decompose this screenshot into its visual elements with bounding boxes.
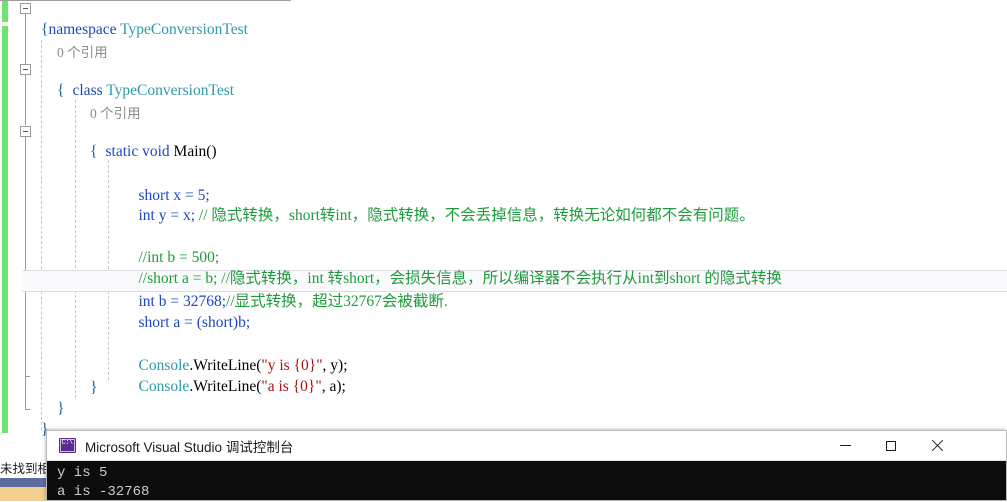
status-bar-message: 未找到相 — [0, 460, 46, 478]
close-button[interactable] — [914, 431, 960, 460]
token-keyword-static: static — [105, 143, 139, 160]
fold-connector-namespace — [25, 14, 26, 64]
code-line-class-open-brace[interactable]: { — [57, 81, 64, 101]
console-app-icon — [59, 438, 76, 453]
console-output-line: y is 5 — [57, 465, 108, 481]
indent-guide-2 — [75, 100, 76, 398]
token-arg-a: , a); — [321, 378, 346, 395]
code-line-main-open-brace[interactable]: { — [90, 142, 97, 162]
codelens-main[interactable]: 0 个引用 — [90, 105, 141, 123]
console-output-area[interactable]: y is 5 a is -32768 — [47, 461, 1006, 500]
code-line-class-close-brace[interactable]: } — [57, 399, 64, 419]
token-class-console: Console — [138, 378, 190, 395]
maximize-button[interactable] — [868, 431, 914, 460]
token-method-writeline: .WriteLine( — [189, 378, 262, 395]
token-keyword-void: void — [142, 143, 170, 160]
console-output-line: a is -32768 — [57, 484, 150, 500]
token-method-main: Main() — [173, 143, 217, 160]
code-line-class[interactable]: class TypeConversionTest — [57, 61, 235, 121]
fold-toggle-main[interactable] — [20, 126, 31, 137]
console-window-title: Microsoft Visual Studio 调试控制台 — [85, 439, 294, 455]
token-type-namespace-name: TypeConversionTest — [120, 21, 248, 38]
change-indicator-gap — [2, 22, 8, 26]
token-type-class-name: TypeConversionTest — [106, 82, 235, 99]
code-editor[interactable]: namespace TypeConversionTest { 0 个引用 cla… — [0, 0, 1007, 501]
console-window[interactable]: Microsoft Visual Studio 调试控制台 y is 5 a i… — [46, 430, 1007, 501]
console-title-bar[interactable]: Microsoft Visual Studio 调试控制台 — [47, 431, 1006, 461]
token-comment-1: // 隐式转换，short转int，隐式转换，不会丢掉信息，转换无论如何都不会有… — [198, 207, 755, 224]
indent-guide-1 — [41, 40, 42, 430]
fold-elbow-namespace — [25, 376, 30, 377]
taskbar-band — [0, 487, 46, 501]
minimize-icon — [839, 445, 851, 446]
code-line-namespace-open-brace[interactable]: { — [41, 20, 48, 40]
code-line-writeline-a[interactable]: Console.WriteLine("a is {0}", a); — [123, 357, 346, 417]
fold-connector-class — [25, 75, 26, 125]
token-keyword-class: class — [72, 82, 103, 99]
fold-elbow-main — [25, 409, 30, 410]
codelens-class[interactable]: 0 个引用 — [57, 44, 108, 62]
fold-toggle-namespace[interactable] — [20, 3, 31, 14]
token-stmt-short-a: short a = (short)b; — [138, 314, 251, 331]
change-indicator-bar — [2, 1, 8, 433]
minimize-button[interactable] — [822, 431, 868, 460]
token-stmt-int-y: int y = x; — [138, 207, 199, 224]
fold-connector-namespace-end — [25, 376, 26, 409]
maximize-icon — [886, 440, 896, 451]
code-line-main-close-brace[interactable]: } — [90, 378, 97, 398]
token-keyword-namespace: namespace — [48, 21, 117, 38]
token-string-a: "a is {0}" — [261, 378, 322, 395]
close-icon — [931, 440, 943, 452]
status-bar-band — [0, 478, 46, 487]
token-comment-4: //显式转换，超过32767会被截断. — [226, 293, 448, 310]
fold-toggle-class[interactable] — [20, 64, 31, 75]
